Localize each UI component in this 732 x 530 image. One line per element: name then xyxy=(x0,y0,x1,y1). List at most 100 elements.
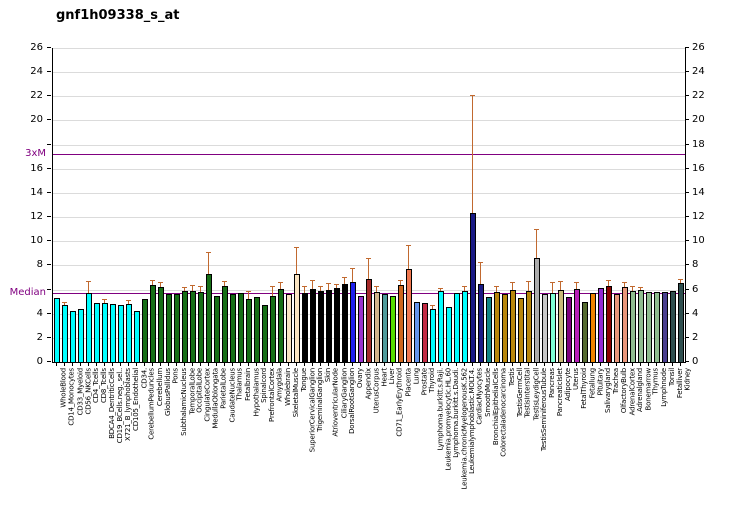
expression-bar-chart: gnf1h09338_s_at 024810121416202224263xMM… xyxy=(0,0,732,530)
x-label-slot: Pons xyxy=(164,368,172,528)
ref-line-label-median: Median xyxy=(10,287,46,298)
y-tick-label: 8 xyxy=(37,259,43,270)
bar-Spinalcord xyxy=(254,297,260,362)
bar-Amygdala xyxy=(270,296,276,362)
bar-Pancreas xyxy=(542,294,548,362)
x-tick-mark xyxy=(172,362,180,367)
bar-CerebellumPeduncles xyxy=(142,299,148,362)
x-label-slot: SubthalamicNucleus xyxy=(172,368,180,528)
y-tick-mark xyxy=(47,361,51,362)
bar-slot xyxy=(93,48,101,362)
x-label-slot: WholeBlood xyxy=(52,368,60,528)
error-bar-cap xyxy=(430,305,435,306)
x-tick-mark xyxy=(516,362,524,367)
x-tick-mark xyxy=(604,362,612,367)
x-tick-mark xyxy=(396,362,404,367)
bar-Placenta xyxy=(398,285,404,362)
bar-slot xyxy=(189,48,197,362)
x-tick-mark xyxy=(380,362,388,367)
x-label-slot: CingulateCortex xyxy=(196,368,204,528)
error-bar xyxy=(352,268,353,282)
bar-slot xyxy=(445,48,453,362)
x-label-slot: Bonemarrow xyxy=(636,368,644,528)
error-bar xyxy=(480,262,481,284)
x-tick-mark xyxy=(196,362,204,367)
bar-slot xyxy=(325,48,333,362)
error-bar-cap xyxy=(638,287,643,288)
error-bar xyxy=(368,258,369,279)
x-tick-mark xyxy=(308,362,316,367)
error-bar-cap xyxy=(366,258,371,259)
x-tick-mark xyxy=(556,362,564,367)
x-label-slot: Tonsil xyxy=(660,368,668,528)
x-label-slot: OccipitalLobe xyxy=(188,368,196,528)
x-tick-mark xyxy=(444,362,452,367)
error-bar xyxy=(296,247,297,274)
x-label-slot: Thalamus xyxy=(228,368,236,528)
x-tick-mark xyxy=(484,362,492,367)
x-label-slot: SkeletalMuscle xyxy=(284,368,292,528)
y-tick-mark xyxy=(47,168,51,169)
bar-slot xyxy=(205,48,213,362)
bar-slot xyxy=(461,48,469,362)
bar-slot xyxy=(317,48,325,362)
x-tick-mark xyxy=(68,362,76,367)
x-tick-mark xyxy=(84,362,92,367)
error-bar-cap xyxy=(678,279,683,280)
x-tick-mark xyxy=(188,362,196,367)
x-label-slot: Wholebrain xyxy=(276,368,284,528)
error-bar-cap xyxy=(310,280,315,281)
y-tick-mark xyxy=(47,289,51,290)
bar-slot xyxy=(173,48,181,362)
bar-slot xyxy=(541,48,549,362)
bar-Colorectaladenocarcinoma xyxy=(494,292,500,362)
x-tick-mark xyxy=(300,362,308,367)
bar-slot xyxy=(117,48,125,362)
bar-CD8_Tcells xyxy=(94,303,100,362)
x-label-slot: Appendix xyxy=(356,368,364,528)
x-label-slot: CD19_BCells.neg._sel.. xyxy=(108,368,116,528)
bar-slot xyxy=(165,48,173,362)
x-tick-mark xyxy=(620,362,628,367)
bar-TestisSeminiferousTubule xyxy=(534,258,540,362)
x-label-slot: Fetalliver xyxy=(668,368,676,528)
bar-slot xyxy=(141,48,149,362)
bar-slot xyxy=(53,48,61,362)
bar-slot xyxy=(437,48,445,362)
bar-slot xyxy=(453,48,461,362)
x-tick-mark xyxy=(356,362,364,367)
y-tick-label: 22 xyxy=(692,90,705,101)
bar-slot xyxy=(589,48,597,362)
error-bar xyxy=(408,245,409,269)
x-label-slot: CD71_EarlyErythroid xyxy=(388,368,396,528)
x-label-slot: Amygdala xyxy=(268,368,276,528)
bar-ParietalLobe xyxy=(214,296,220,362)
error-bar xyxy=(304,286,305,293)
bar-TemporalLobe xyxy=(182,291,188,362)
error-bar xyxy=(512,282,513,289)
error-bar-cap xyxy=(62,302,67,303)
bar-slot xyxy=(621,48,629,362)
y-tick-mark xyxy=(47,313,51,314)
error-bar xyxy=(272,286,273,296)
x-tick-mark xyxy=(116,362,124,367)
error-bar-cap xyxy=(574,282,579,283)
bar-TrigeminalGanglion xyxy=(310,289,316,362)
x-label-slot: Thyroid xyxy=(420,368,428,528)
bar-Trachea xyxy=(606,286,612,362)
x-tick-mark xyxy=(468,362,476,367)
x-tick-mark xyxy=(388,362,396,367)
x-label-slot: Fetalbrain xyxy=(236,368,244,528)
error-bar-cap xyxy=(126,300,131,301)
x-label-slot: TestisLeydigCell xyxy=(524,368,532,528)
x-label-slot: TestisGermCell xyxy=(508,368,516,528)
bar-slot xyxy=(533,48,541,362)
bar-slot xyxy=(197,48,205,362)
bar-AdrenalCortex xyxy=(622,287,628,362)
bar-CaudateNucleus xyxy=(222,286,228,362)
error-bar-cap xyxy=(302,286,307,287)
bar-CD71_EarlyErythroid xyxy=(390,296,396,362)
bar-slot xyxy=(157,48,165,362)
error-bar-cap xyxy=(326,283,331,284)
x-label-slot: CD8_Tcells xyxy=(92,368,100,528)
